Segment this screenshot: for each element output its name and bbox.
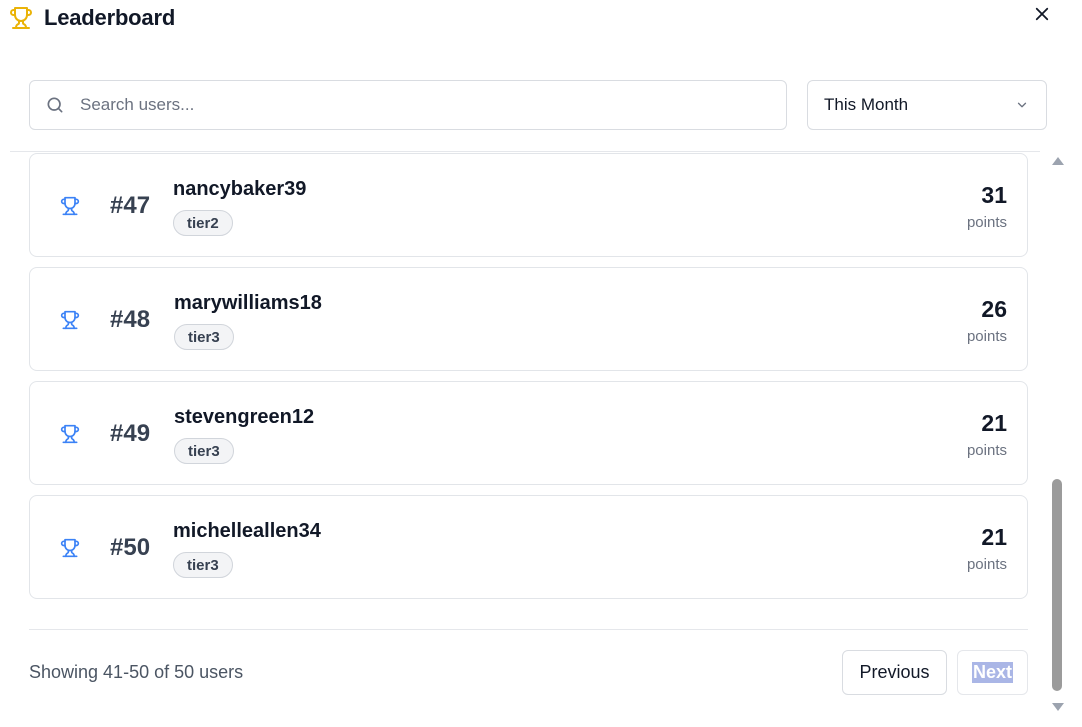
rank: #49 bbox=[110, 420, 151, 447]
tier-badge: tier3 bbox=[174, 438, 234, 464]
score-label: points bbox=[966, 328, 1007, 345]
pagination-summary: Showing 41-50 of 50 users bbox=[29, 662, 244, 682]
tier-badge: tier3 bbox=[174, 324, 234, 350]
search-icon bbox=[45, 95, 65, 115]
leaderboard-row[interactable]: #48 marywilliams18 tier3 26 points bbox=[29, 267, 1028, 371]
previous-button[interactable]: Previous bbox=[842, 650, 947, 695]
username: marywilliams18 bbox=[174, 292, 322, 314]
next-button-label: Next bbox=[971, 662, 1013, 683]
trophy-icon bbox=[59, 194, 81, 218]
divider bbox=[10, 151, 1040, 152]
username: stevengreen12 bbox=[174, 406, 315, 428]
scroll-up-arrow-icon[interactable] bbox=[1052, 157, 1064, 165]
score: 26 bbox=[981, 296, 1007, 322]
leaderboard-row[interactable]: #47 nancybaker39 tier2 31 points bbox=[29, 153, 1028, 257]
leaderboard-row[interactable]: #49 stevengreen12 tier3 21 points bbox=[29, 381, 1028, 485]
rank: #50 bbox=[110, 534, 151, 561]
scrollbar-thumb[interactable] bbox=[1052, 479, 1062, 691]
period-select-value: This Month bbox=[824, 95, 909, 114]
page-title: Leaderboard bbox=[44, 5, 176, 30]
search-input[interactable] bbox=[80, 85, 786, 125]
close-button[interactable] bbox=[1030, 2, 1054, 26]
trophy-icon bbox=[8, 5, 34, 31]
search-box[interactable] bbox=[29, 80, 787, 130]
rank: #47 bbox=[110, 192, 151, 219]
username: michelleallen34 bbox=[173, 520, 321, 542]
trophy-icon bbox=[59, 422, 81, 446]
chevron-down-icon bbox=[1014, 97, 1030, 113]
trophy-icon bbox=[59, 308, 81, 332]
username: nancybaker39 bbox=[173, 178, 307, 200]
period-select[interactable]: This Month bbox=[807, 80, 1047, 130]
score-label: points bbox=[966, 556, 1007, 573]
close-icon[interactable] bbox=[1033, 5, 1051, 23]
leaderboard-row[interactable]: #50 michelleallen34 tier3 21 points bbox=[29, 495, 1028, 599]
tier-badge: tier3 bbox=[173, 552, 233, 578]
score-label: points bbox=[966, 214, 1007, 231]
divider bbox=[29, 629, 1028, 630]
scrollbar[interactable] bbox=[1050, 155, 1064, 715]
score: 21 bbox=[981, 410, 1007, 436]
trophy-icon bbox=[59, 536, 81, 560]
tier-badge: tier2 bbox=[173, 210, 233, 236]
score-label: points bbox=[966, 442, 1007, 459]
scroll-down-arrow-icon[interactable] bbox=[1052, 703, 1064, 711]
score: 21 bbox=[981, 524, 1007, 550]
dialog-header: Leaderboard bbox=[8, 4, 1082, 32]
next-button[interactable]: Next bbox=[957, 650, 1028, 695]
leaderboard-dialog: Leaderboard This Month bbox=[0, 0, 1082, 727]
rank: #48 bbox=[110, 306, 151, 333]
score: 31 bbox=[981, 182, 1007, 208]
